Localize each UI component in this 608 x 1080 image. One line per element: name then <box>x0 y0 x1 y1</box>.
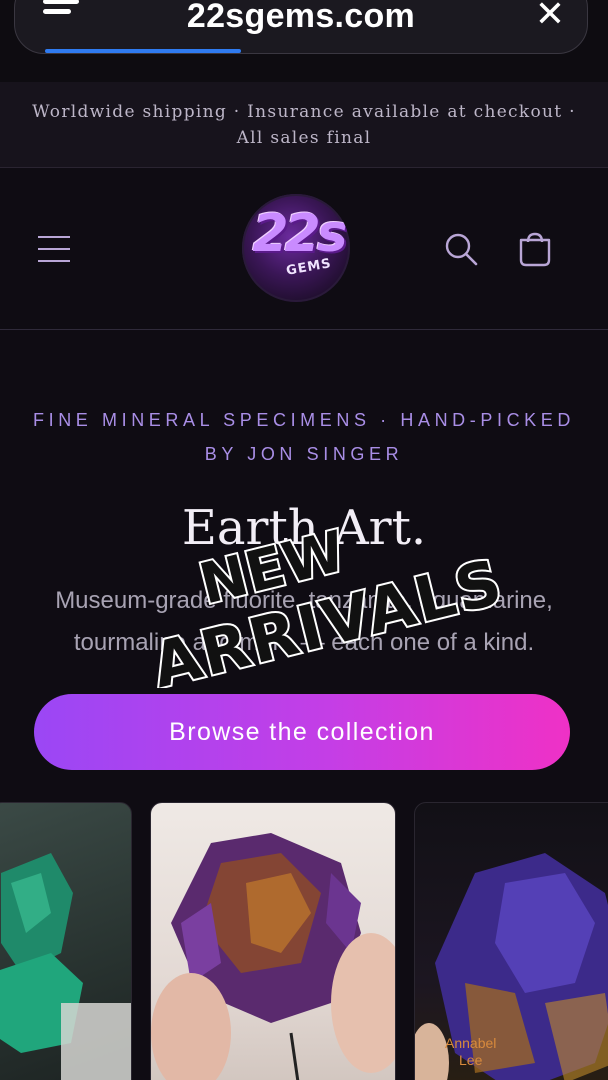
address-pill[interactable]: 22sgems.com ✕ <box>14 0 588 54</box>
hero-title: Earth Art. <box>181 500 427 556</box>
logo-wordmark: 22s <box>252 204 347 264</box>
hero-kicker-line2: BY JON SINGER <box>204 444 404 464</box>
green-fluorite-image <box>0 853 131 1080</box>
page-load-progress <box>45 49 241 53</box>
announcement-bar: Worldwide shipping · Insurance available… <box>0 82 608 168</box>
cart-icon[interactable] <box>516 230 554 268</box>
browse-collection-button[interactable]: Browse the collection <box>34 694 570 770</box>
purple-fluorite-cluster-image <box>151 833 395 1080</box>
hero-subtitle: Museum-grade fluorite, tanzanite, aquama… <box>55 587 553 656</box>
search-icon[interactable] <box>444 232 478 266</box>
product-card[interactable] <box>0 802 132 1080</box>
hamburger-icon[interactable] <box>38 234 72 264</box>
product-card[interactable]: Annabel Lee <box>414 802 608 1080</box>
site-header: 22s GEMS <box>0 168 608 330</box>
announcement-text: Worldwide shipping · Insurance available… <box>32 101 576 148</box>
browser-address-bar: 22sgems.com ✕ <box>0 0 608 82</box>
purple-fluorite-matrix-image <box>415 853 608 1080</box>
hero-kicker-line1: FINE MINERAL SPECIMENS · HAND-PICKED <box>33 410 575 430</box>
close-icon[interactable]: ✕ <box>535 0 565 33</box>
url-text[interactable]: 22sgems.com <box>15 0 587 36</box>
product-card[interactable] <box>150 802 396 1080</box>
site-logo[interactable]: 22s GEMS <box>242 194 350 302</box>
photo-credit-watermark: Annabel Lee <box>445 1035 497 1068</box>
